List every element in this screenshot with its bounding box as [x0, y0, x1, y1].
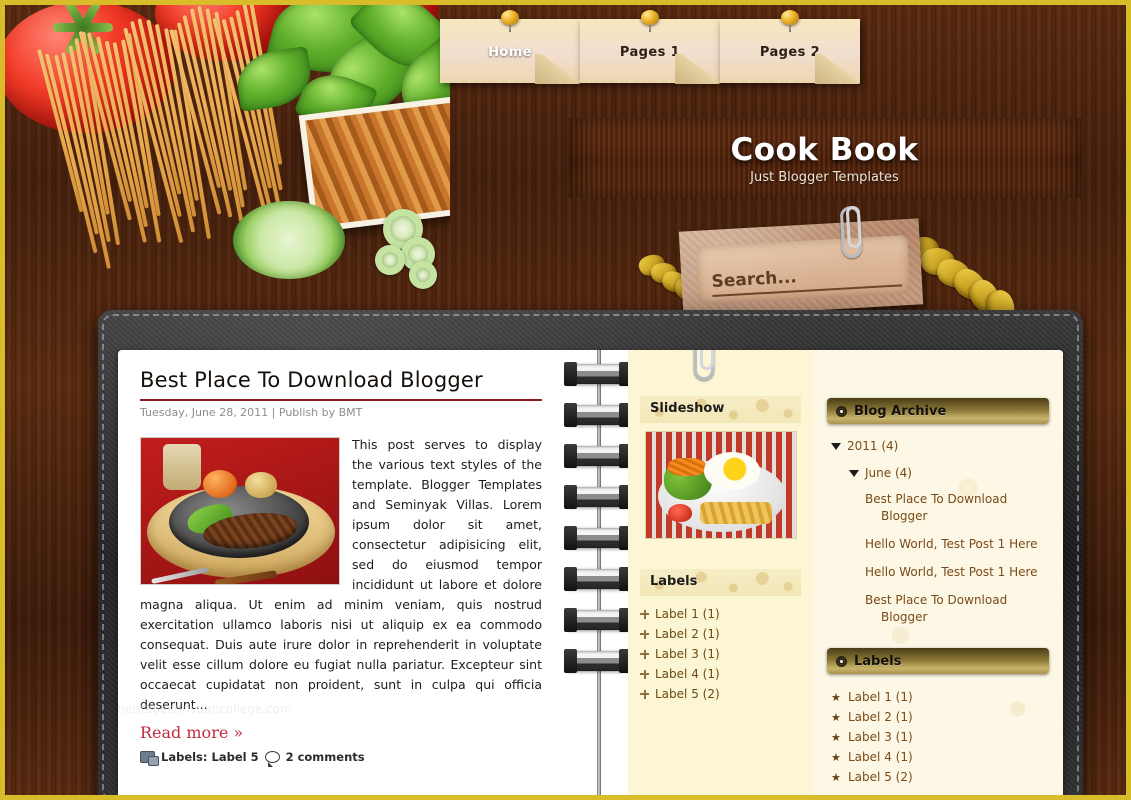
- labels-widget-header: Labels: [640, 569, 801, 596]
- notebook-page: Best Place To Download Blogger Tuesday, …: [118, 350, 1063, 795]
- cucumber-slice-icon: [233, 201, 345, 279]
- label-text: Label 3 (1): [848, 730, 913, 744]
- archive-post-list: Best Place To Download Blogger Hello Worl…: [827, 491, 1049, 626]
- label-text: Label 2 (1): [848, 710, 913, 724]
- blog-post: Best Place To Download Blogger Tuesday, …: [118, 368, 542, 767]
- post-body: This post serves to display the various …: [140, 435, 542, 715]
- chevron-down-icon: [831, 443, 841, 450]
- spiral-ring-icon: [564, 444, 632, 468]
- search-box: [678, 205, 924, 318]
- label-text: Label 4 (1): [655, 667, 720, 681]
- plus-bullet-icon: [640, 689, 649, 699]
- blog-archive-header: Blog Archive: [827, 398, 1049, 424]
- star-bullet-icon: ★: [831, 730, 841, 744]
- chevron-down-icon: [849, 470, 859, 477]
- page-curl-icon: [535, 54, 581, 84]
- list-item[interactable]: Label 1 (1): [640, 604, 801, 624]
- food-collage-image: [5, 5, 450, 305]
- mid-labels-list: Label 1 (1) Label 2 (1) Label 3 (1) Label 4…: [640, 604, 801, 704]
- archive-year-label: 2011 (4): [847, 439, 899, 453]
- label-text: Label 2 (1): [655, 627, 720, 641]
- nav-tab-home[interactable]: Home: [440, 10, 581, 84]
- middle-sidebar: Slideshow Labels Label 1 (1) Label 2 (1) L…: [628, 350, 813, 795]
- notebook-frame: Best Place To Download Blogger Tuesday, …: [98, 310, 1083, 795]
- paperclip-icon: [694, 350, 714, 380]
- star-bullet-icon: ★: [831, 710, 841, 724]
- site-subtitle: Just Blogger Templates: [750, 170, 899, 185]
- page-curl-icon: [815, 54, 861, 84]
- list-item[interactable]: ★ Label 3 (1): [831, 727, 1049, 747]
- plus-bullet-icon: [640, 629, 649, 639]
- archive-year[interactable]: 2011 (4): [831, 438, 1049, 455]
- labels-icon: [140, 751, 159, 766]
- post-labels-text[interactable]: Labels: Label 5: [161, 750, 259, 764]
- label-text: Label 1 (1): [655, 607, 720, 621]
- post-title[interactable]: Best Place To Download Blogger: [140, 368, 542, 401]
- archive-post-link[interactable]: Best Place To Download Blogger: [865, 592, 1049, 626]
- spiral-ring-icon: [564, 362, 632, 386]
- site-header: Cook Book Just Blogger Templates: [568, 118, 1081, 198]
- archive-post-link[interactable]: Hello World, Test Post 1 Here: [865, 536, 1049, 553]
- comment-icon: [264, 751, 280, 767]
- right-labels-header: Labels: [827, 648, 1049, 674]
- spiral-ring-icon: [564, 485, 632, 509]
- nav-tab-pages-2[interactable]: Pages 2: [720, 10, 861, 84]
- paperclip-icon: [839, 205, 863, 259]
- right-labels-list: ★ Label 1 (1) ★ Label 2 (1) ★ Label 3 (1) ★ Lab…: [827, 687, 1049, 787]
- page-curl-icon: [675, 54, 721, 84]
- list-item[interactable]: ★ Label 5 (2): [831, 767, 1049, 787]
- nav-tab-pages-1[interactable]: Pages 1: [580, 10, 721, 84]
- list-item[interactable]: Label 2 (1): [640, 624, 801, 644]
- archive-post-link[interactable]: Best Place To Download Blogger: [865, 491, 1049, 525]
- post-footer: Labels: Label 5 2 comments: [140, 750, 542, 767]
- pushpin-icon: [781, 10, 799, 32]
- slideshow-image[interactable]: [644, 431, 797, 539]
- right-sidebar: Blog Archive 2011 (4) June (4) Best Plac…: [813, 350, 1063, 795]
- blog-archive-title: Blog Archive: [854, 403, 947, 419]
- spiral-ring-icon: [564, 567, 632, 591]
- page-root: Home Pages 1 Pages 2 Cook Book Just Blog…: [0, 0, 1131, 800]
- post-meta: Tuesday, June 28, 2011 | Publish by BMT: [140, 406, 363, 419]
- bullet-dot-icon: [836, 655, 847, 667]
- blog-archive-tree: 2011 (4) June (4) Best Place To Download…: [827, 438, 1049, 626]
- label-text: Label 1 (1): [848, 690, 913, 704]
- pushpin-icon: [641, 10, 659, 32]
- pushpin-icon: [501, 10, 519, 32]
- archive-month[interactable]: June (4): [849, 465, 1049, 482]
- star-bullet-icon: ★: [831, 770, 841, 784]
- post-comments-text[interactable]: 2 comments: [286, 750, 365, 764]
- labels-widget-title: Labels: [650, 574, 698, 589]
- slideshow-widget-header: Slideshow: [640, 396, 801, 423]
- list-item[interactable]: ★ Label 2 (1): [831, 707, 1049, 727]
- onion-ring-icon: [375, 245, 405, 275]
- plus-bullet-icon: [640, 649, 649, 659]
- label-text: Label 5 (2): [848, 770, 913, 784]
- list-item[interactable]: ★ Label 4 (1): [831, 747, 1049, 767]
- plus-bullet-icon: [640, 609, 649, 619]
- read-more-link[interactable]: Read more »: [140, 723, 243, 742]
- plus-bullet-icon: [640, 669, 649, 679]
- list-item[interactable]: Label 4 (1): [640, 664, 801, 684]
- onion-ring-icon: [409, 261, 437, 289]
- archive-post-link[interactable]: Hello World, Test Post 1 Here: [865, 564, 1049, 581]
- star-bullet-icon: ★: [831, 750, 841, 764]
- list-item[interactable]: ★ Label 1 (1): [831, 687, 1049, 707]
- right-labels-title: Labels: [854, 653, 902, 669]
- label-text: Label 4 (1): [848, 750, 913, 764]
- post-thumbnail-image: [140, 437, 340, 585]
- spiral-ring-icon: [564, 649, 632, 673]
- bullet-dot-icon: [836, 405, 847, 417]
- spiral-ring-icon: [564, 608, 632, 632]
- archive-month-label: June (4): [865, 466, 912, 480]
- label-text: Label 3 (1): [655, 647, 720, 661]
- list-item[interactable]: Label 5 (2): [640, 684, 801, 704]
- star-bullet-icon: ★: [831, 690, 841, 704]
- list-item[interactable]: Label 3 (1): [640, 644, 801, 664]
- spiral-ring-icon: [564, 403, 632, 427]
- site-title: Cook Book: [730, 132, 919, 168]
- spiral-ring-icon: [564, 526, 632, 550]
- slideshow-widget-title: Slideshow: [650, 401, 725, 416]
- label-text: Label 5 (2): [655, 687, 720, 701]
